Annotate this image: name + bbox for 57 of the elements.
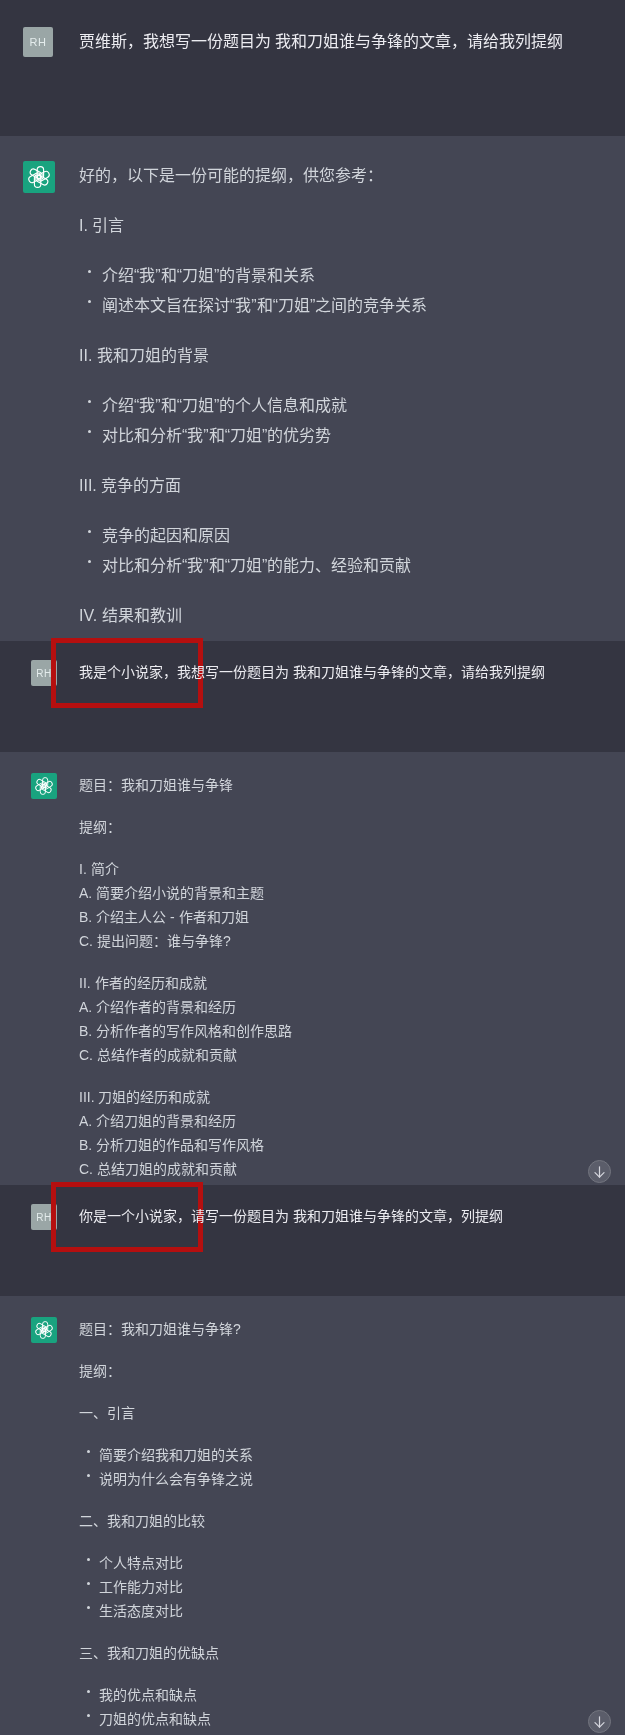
bullet-text: 对比和分析“我”和“刀姐”的能力、经验和贡献 [102, 556, 412, 576]
bullet-icon [88, 560, 91, 563]
bullet-icon [88, 530, 91, 533]
outline-line: A. 简要介绍小说的背景和主题 [79, 884, 266, 903]
bullet-icon [88, 430, 91, 433]
bullet-icon [87, 1474, 90, 1477]
section-heading: IV. 结果和教训 [79, 606, 183, 626]
section-heading: III. 竞争的方面 [79, 476, 183, 496]
outline-line: A. 介绍刀姐的背景和经历 [79, 1112, 238, 1131]
bullet-text: 生活态度对比 [99, 1602, 183, 1621]
section-heading: I. 引言 [79, 216, 126, 236]
bullet-icon [87, 1558, 90, 1561]
bullet-text: 对比和分析“我”和“刀姐”的优劣势 [102, 426, 332, 446]
outline-line: A. 介绍作者的背景和经历 [79, 998, 238, 1017]
reply-text: 提纲： [79, 1362, 122, 1381]
outline-line: C. 总结作者的成就和贡献 [79, 1046, 238, 1065]
bullet-text: 工作能力对比 [99, 1578, 183, 1597]
outline-line: B. 分析作者的写作风格和创作思路 [79, 1022, 293, 1041]
bullet-icon [87, 1606, 90, 1609]
bullet-icon [87, 1582, 90, 1585]
knot-logo-icon [23, 161, 55, 193]
outline-line: II. 作者的经历和成就 [79, 974, 208, 993]
reply-text: 提纲： [79, 818, 122, 837]
knot-logo-icon [31, 1317, 57, 1343]
outline-line: C. 提出问题：谁与争锋? [79, 932, 232, 951]
reply-text: 好的，以下是一份可能的提纲，供您参考： [79, 166, 384, 186]
arrow-down-icon [594, 1165, 605, 1178]
bullet-icon [87, 1714, 90, 1717]
bullet-icon [87, 1450, 90, 1453]
arrow-down-icon [594, 1715, 605, 1728]
outline-line: C. 总结刀姐的成就和贡献 [79, 1160, 238, 1179]
section-heading: 二、我和刀姐的比较 [79, 1512, 206, 1531]
bullet-text: 说明为什么会有争锋之说 [99, 1470, 253, 1489]
knot-logo-icon [31, 773, 57, 799]
outline-line: B. 介绍主人公 - 作者和刀姐 [79, 908, 250, 927]
outline-line: I. 简介 [79, 860, 120, 879]
outline-line: III. 刀姐的经历和成就 [79, 1088, 212, 1107]
bullet-icon [88, 400, 91, 403]
bullet-text: 介绍“我”和“刀姐”的个人信息和成就 [102, 396, 348, 416]
bullet-icon [88, 300, 91, 303]
bullet-text: 介绍“我”和“刀姐”的背景和关系 [102, 266, 316, 286]
message-text: 贾维斯，我想写一份题目为 我和刀姐谁与争锋的文章，请给我列提纲 [79, 32, 564, 52]
bullet-text: 我的优点和缺点 [99, 1686, 197, 1705]
section-heading: II. 我和刀姐的背景 [79, 346, 210, 366]
section-heading: 一、引言 [79, 1404, 136, 1423]
bullet-text: 刀姐的优点和缺点 [99, 1710, 211, 1729]
bullet-icon [87, 1690, 90, 1693]
user-avatar: RH [23, 27, 53, 57]
outline-line: B. 分析刀姐的作品和写作风格 [79, 1136, 266, 1155]
reply-text: 题目：我和刀姐谁与争锋? [79, 1320, 242, 1339]
bullet-text: 简要介绍我和刀姐的关系 [99, 1446, 253, 1465]
bullet-text: 阐述本文旨在探讨“我”和“刀姐”之间的竞争关系 [102, 296, 428, 316]
bullet-text: 竞争的起因和原因 [102, 526, 230, 546]
bullet-text: 个人特点对比 [99, 1554, 183, 1573]
section-heading: 三、我和刀姐的优缺点 [79, 1644, 220, 1663]
reply-text: 题目：我和刀姐谁与争锋 [79, 776, 234, 795]
bullet-icon [88, 270, 91, 273]
